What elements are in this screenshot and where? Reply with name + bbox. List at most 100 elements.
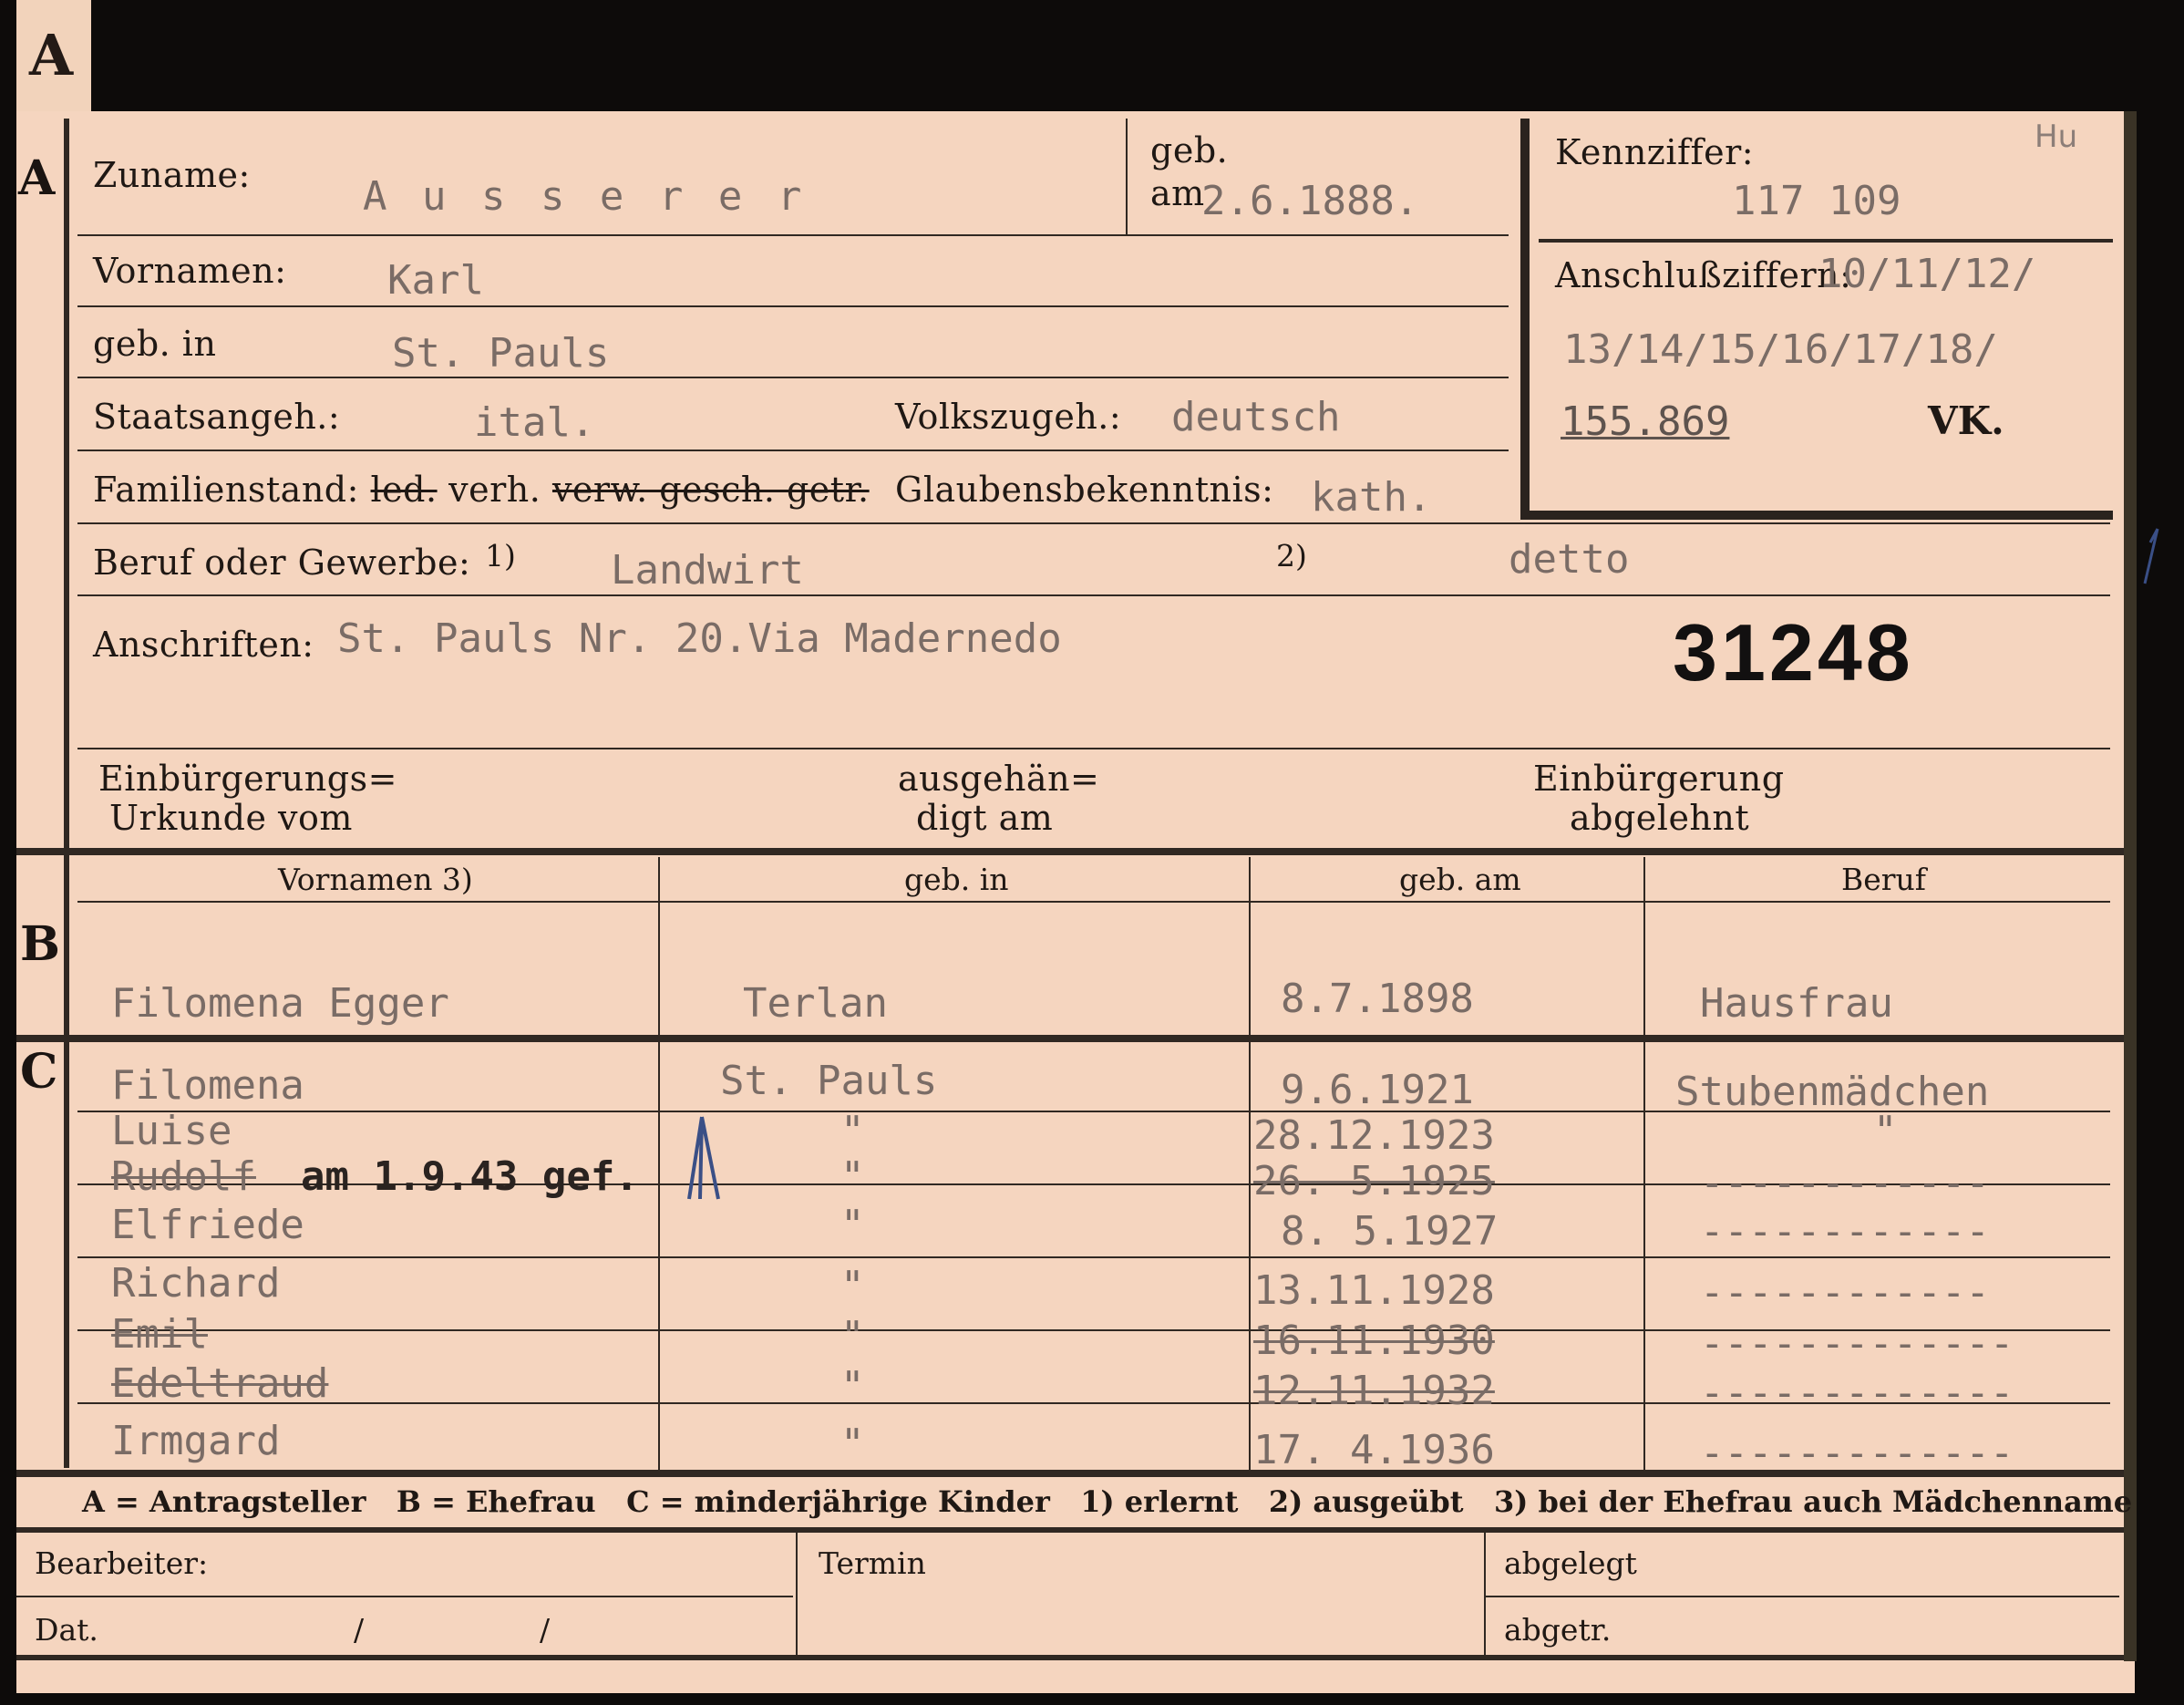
row-line: [1486, 1596, 2119, 1597]
familienstand-label-text: Familienstand:: [93, 470, 359, 510]
einb-urkunde-l2: Urkunde vom: [109, 798, 353, 838]
termin-label: Termin: [819, 1545, 926, 1581]
zuname-value: A u s s e r e r: [363, 173, 808, 220]
spouse-place: Terlan: [743, 980, 888, 1027]
card-right-edge: [2124, 111, 2137, 1661]
col-line: [1126, 119, 1128, 234]
glauben-label: Glaubensbekenntnis:: [895, 470, 1274, 510]
row-line: [77, 748, 2110, 749]
tab-letter: A: [29, 22, 74, 88]
section-divider: [16, 1035, 2124, 1042]
volkszugeh-value: deutsch: [1171, 394, 1341, 440]
row-line: [77, 901, 2110, 903]
col-line: [796, 1532, 798, 1659]
row-line: [77, 305, 1509, 307]
bearbeiter-label: Bearbeiter:: [35, 1545, 209, 1581]
child-name: Edeltraud: [111, 1360, 329, 1407]
anschriften-label: Anschriften:: [93, 625, 314, 665]
col-line: [1643, 857, 1645, 1472]
child-date: 17. 4.1936: [1253, 1427, 1495, 1473]
anschluss-line3: 155.869: [1561, 398, 1730, 445]
child-name: Luise: [111, 1108, 232, 1154]
section-b-label: B: [20, 916, 60, 972]
anschluss-label: Anschlußziffern:: [1555, 255, 1852, 295]
einb-abgelehnt-l1: Einbürgerung: [1533, 759, 1785, 799]
child-name: Rudolf: [111, 1153, 256, 1200]
row-line: [16, 1596, 793, 1597]
row-line: [77, 1256, 2110, 1258]
familienstand-rest: verw. gesch. getr.: [551, 470, 870, 510]
anschriften-value: St. Pauls Nr. 20.Via Madernedo: [337, 615, 1062, 662]
spouse-date: 8.7.1898: [1281, 976, 1474, 1022]
child-job: -------------: [1700, 1320, 2014, 1367]
child-date: 26. 5.1925: [1253, 1158, 1495, 1204]
col-geb-am: geb. am: [1399, 862, 1521, 897]
col-beruf: Beruf: [1841, 862, 1927, 897]
child-name: Elfriede: [111, 1202, 304, 1248]
dat-slash: /: [354, 1612, 365, 1648]
section-divider: [16, 1655, 2124, 1660]
familienstand-label: Familienstand: led. verh. verw. gesch. g…: [93, 470, 870, 510]
child-job: Stubenmädchen: [1675, 1069, 1990, 1115]
kennziffer-value: 117 109: [1732, 178, 1901, 224]
vornamen-label: Vornamen:: [93, 251, 287, 291]
corner-mark: Hu: [2035, 119, 2078, 155]
beruf-note1: 1): [485, 538, 516, 574]
child-name: Emil: [111, 1311, 208, 1358]
einb-urkunde-l1: Einbürgerungs=: [98, 759, 397, 799]
geb-am-value: 2.6.1888.: [1201, 178, 1419, 224]
beruf-note2: 2): [1276, 538, 1307, 574]
pencil-mark-icon: [687, 1116, 720, 1200]
card-number-stamp: 31248: [1673, 607, 1914, 698]
row-line: [77, 594, 2110, 596]
child-date: 9.6.1921: [1281, 1067, 1474, 1113]
familienstand-verh: verh.: [448, 470, 541, 510]
spouse-name: Filomena Egger: [111, 980, 449, 1027]
vornamen-value: Karl: [387, 257, 484, 304]
child-note: am 1.9.43 gef.: [301, 1153, 639, 1200]
child-place: ": [840, 1263, 865, 1309]
child-date: 13.11.1928: [1253, 1267, 1495, 1314]
staatsangeh-value: ital.: [474, 399, 595, 446]
familienstand-ledig: led.: [370, 470, 438, 510]
vk-mark: VK.: [1928, 398, 2004, 443]
beruf-label: Beruf oder Gewerbe:: [93, 542, 471, 583]
box-divider: [1539, 239, 2113, 243]
legend: A = Antragsteller B = Ehefrau C = minder…: [82, 1484, 2133, 1519]
geb-am-label: am: [1150, 173, 1205, 213]
child-place: ": [840, 1421, 865, 1467]
child-date: 28.12.1923: [1253, 1112, 1495, 1159]
kennziffer-label: Kennziffer:: [1555, 132, 1755, 172]
geb-in-label: geb. in: [93, 324, 217, 364]
beruf-value2: detto: [1509, 536, 1630, 583]
child-place: ": [840, 1202, 865, 1248]
child-place: St. Pauls: [720, 1058, 938, 1104]
spouse-job: Hausfrau: [1700, 980, 1893, 1027]
child-job: ": [1873, 1108, 1898, 1154]
row-line: [77, 377, 1509, 378]
child-job: ------------: [1700, 1160, 1990, 1206]
child-place: ": [840, 1313, 865, 1359]
geb-in-value: St. Pauls: [392, 330, 610, 377]
child-name: Irmgard: [111, 1418, 281, 1464]
child-date: 12.11.1932: [1253, 1368, 1495, 1414]
margin-tick-icon: [2143, 528, 2159, 584]
margin-rule: [64, 119, 69, 1468]
col-line: [658, 857, 660, 1472]
child-date: 16.11.1930: [1253, 1318, 1495, 1364]
section-c-label: C: [20, 1044, 58, 1100]
einb-abgelehnt-l2: abgelehnt: [1570, 798, 1750, 838]
child-job: -------------: [1700, 1369, 2014, 1416]
row-line: [77, 234, 1509, 236]
glauben-value: kath.: [1311, 474, 1432, 521]
col-geb-in: geb. in: [904, 862, 1009, 897]
col-line: [1484, 1532, 1486, 1659]
section-a-label: A: [18, 150, 56, 206]
child-place: ": [840, 1153, 865, 1200]
child-name: Filomena: [111, 1062, 304, 1109]
child-job: ------------: [1700, 1269, 1990, 1316]
geb-label: geb.: [1150, 130, 1229, 170]
abgetr-label: abgetr.: [1504, 1612, 1612, 1648]
row-line: [77, 450, 1509, 451]
staatsangeh-label: Staatsangeh.:: [93, 397, 341, 437]
